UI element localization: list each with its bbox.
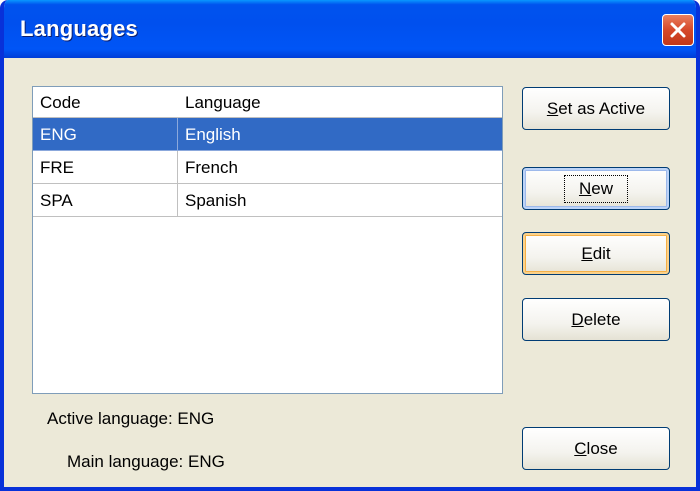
new-button[interactable]: New <box>522 167 670 210</box>
delete-button[interactable]: Delete <box>522 298 670 341</box>
close-window-button[interactable] <box>662 14 694 46</box>
row-code: FRE <box>33 151 178 184</box>
close-icon <box>670 22 686 38</box>
languages-dialog: Languages Code Language ENG English FRE … <box>0 0 700 491</box>
active-language-label: Active language: ENG <box>47 409 215 428</box>
list-row-spa[interactable]: SPA Spanish <box>33 184 502 217</box>
column-header-language[interactable]: Language <box>185 93 261 113</box>
column-header-code[interactable]: Code <box>40 93 81 113</box>
title-bar[interactable]: Languages <box>4 0 696 58</box>
set-as-active-button[interactable]: Set as Active <box>522 87 670 130</box>
delete-label: Delete <box>571 309 621 329</box>
row-language: Spanish <box>178 184 502 217</box>
close-label: Close <box>574 438 618 458</box>
list-row-eng[interactable]: ENG English <box>33 118 502 151</box>
row-code: SPA <box>33 184 178 217</box>
languages-list[interactable]: Code Language ENG English FRE French SPA… <box>32 86 503 394</box>
list-row-fre[interactable]: FRE French <box>33 151 502 184</box>
list-header: Code Language <box>33 87 502 118</box>
window-title: Languages <box>20 16 138 41</box>
new-label: New <box>563 174 628 203</box>
row-language: English <box>178 118 502 151</box>
row-language: French <box>178 151 502 184</box>
main-language-label: Main language: ENG <box>67 452 225 471</box>
set-as-active-label: Set as Active <box>546 98 646 118</box>
edit-label: Edit <box>581 243 611 263</box>
row-code: ENG <box>33 118 178 151</box>
edit-button[interactable]: Edit <box>522 232 670 275</box>
close-button[interactable]: Close <box>522 427 670 470</box>
